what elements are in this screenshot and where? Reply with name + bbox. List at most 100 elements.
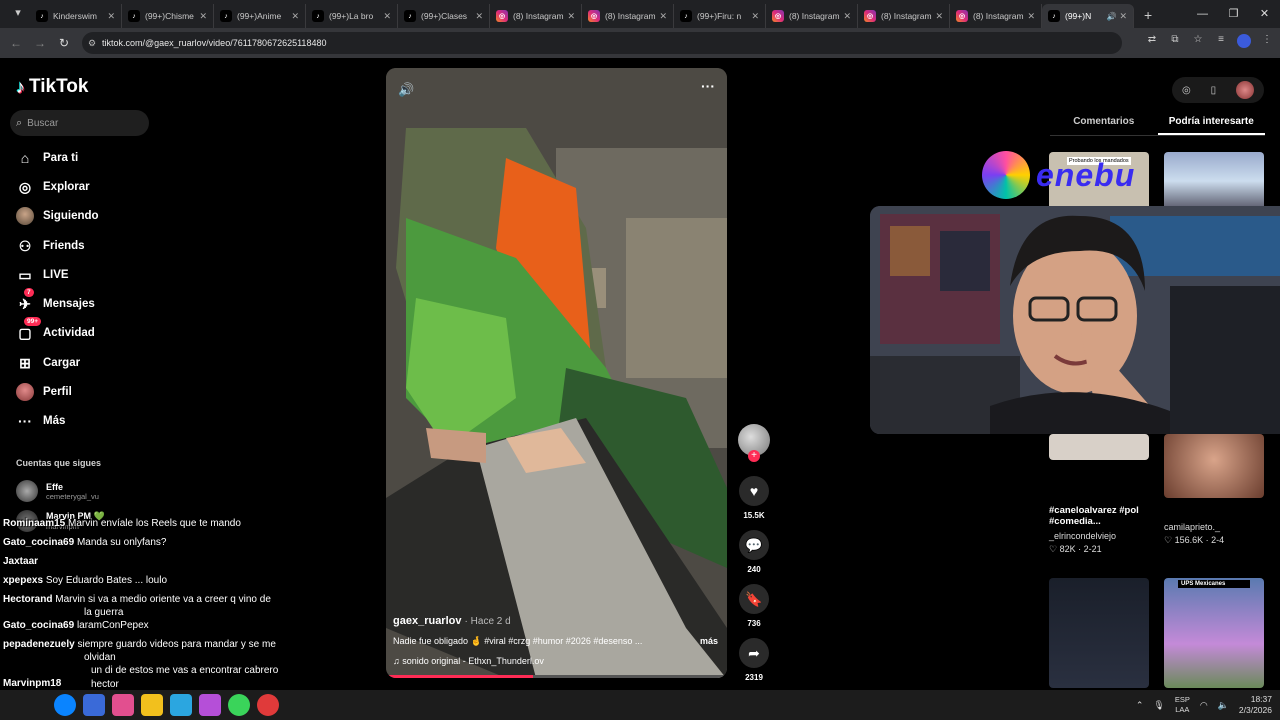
user-avatar[interactable] — [1236, 81, 1255, 99]
new-tab-button[interactable]: + — [1144, 7, 1152, 23]
item-hashtags[interactable]: #caneloalvarez #pol #comedia... — [1049, 505, 1159, 527]
volume-icon[interactable]: 🔊 — [398, 82, 414, 98]
tiktok-logo[interactable]: ♪ TikTok — [16, 76, 88, 98]
browser-tab[interactable]: ◎ (8) Instagram ✕ — [950, 4, 1042, 28]
forward-icon[interactable]: → — [28, 36, 52, 50]
sidebar-item-perfil[interactable]: Perfil — [16, 382, 72, 402]
tab-comments[interactable]: Comentarios — [1050, 110, 1158, 135]
tab-search-icon[interactable]: ▾ — [10, 6, 26, 22]
close-tab-icon[interactable]: ✕ — [751, 11, 759, 22]
following-account-effe[interactable]: Effe cemeterygal_vu — [16, 480, 99, 502]
compass-small-icon[interactable]: ◎ — [1182, 85, 1191, 96]
close-tab-icon[interactable]: ✕ — [1027, 11, 1035, 22]
browser-tab[interactable]: ◎ (8) Instagram ✕ — [858, 4, 950, 28]
recommended-thumbnail[interactable] — [1049, 578, 1149, 688]
chat-text: laramConPepex — [76, 620, 149, 631]
sidebar-item-actividad[interactable]: ▢ 99+ Actividad — [16, 317, 95, 343]
close-tab-icon[interactable]: ✕ — [383, 11, 391, 22]
search-input[interactable]: ⌕ Buscar — [10, 110, 149, 136]
more-options-icon[interactable]: ··· — [701, 78, 715, 94]
obs-icon[interactable] — [257, 694, 279, 716]
edge-browser-icon[interactable] — [54, 694, 76, 716]
recommended-thumbnail[interactable] — [1164, 152, 1264, 210]
sidebar-item-siguiendo[interactable]: Siguiendo — [16, 206, 99, 226]
tab-audio-icon[interactable]: 🔊 — [1106, 12, 1116, 21]
recommended-thumbnail[interactable]: UPS Mexicanes — [1164, 578, 1264, 688]
tray-chevron-icon[interactable]: ⌃ — [1136, 700, 1144, 711]
close-tab-icon[interactable]: ✕ — [107, 11, 115, 22]
sidebar-item-live[interactable]: ▭ LIVE — [16, 265, 68, 285]
browser-tab[interactable]: ♪ (99+)N 🔊 ✕ — [1042, 4, 1134, 28]
minimize-button[interactable]: — — [1187, 0, 1218, 28]
browser-tab[interactable]: ♪ (99+)Firu: n ✕ — [674, 4, 766, 28]
sidebar-item-mensajes[interactable]: ✈ 7 Mensajes — [16, 288, 95, 314]
language-indicator[interactable]: ESP LAA — [1175, 695, 1190, 715]
more-link[interactable]: más — [700, 636, 718, 647]
install-app-icon[interactable]: ⧉ — [1168, 34, 1182, 48]
browser-tab[interactable]: ♪ (99+)Chisme ✕ — [122, 4, 214, 28]
device-icon[interactable]: ▯ — [1211, 85, 1217, 96]
sidebar-item-más[interactable]: ··· Más — [16, 411, 65, 431]
author-name[interactable]: gaex_ruarlov — [393, 615, 461, 627]
close-tab-icon[interactable]: ✕ — [475, 11, 483, 22]
file-explorer-icon[interactable] — [141, 694, 163, 716]
taskbar-app-icon[interactable] — [112, 694, 134, 716]
speaker-icon[interactable]: 🔈 — [1218, 700, 1229, 711]
chrome-icon[interactable] — [228, 694, 250, 716]
address-bar[interactable]: ⚙ tiktok.com/@gaex_ruarlov/video/7611780… — [82, 32, 1122, 54]
video-description: Nadie fue obligado 🤞 #viral #crzg #humor… — [393, 636, 718, 647]
video-author[interactable]: gaex_ruarlov · Hace 2 d — [393, 615, 718, 627]
bookmark-star-icon[interactable]: ☆ — [1191, 34, 1205, 48]
browser-tab[interactable]: ♪ (99+)Anime ✕ — [214, 4, 306, 28]
browser-profile-icon[interactable] — [1237, 34, 1251, 48]
media-control-icon[interactable]: ≡ — [1214, 34, 1228, 48]
close-tab-icon[interactable]: ✕ — [1119, 11, 1127, 22]
sidebar-item-cargar[interactable]: ⊞ Cargar — [16, 353, 80, 373]
taskbar-app-icon[interactable] — [83, 694, 105, 716]
close-tab-icon[interactable]: ✕ — [199, 11, 207, 22]
like-button[interactable]: ♥ 15.5K — [736, 476, 772, 520]
close-tab-icon[interactable]: ✕ — [659, 11, 667, 22]
back-icon[interactable]: ← — [4, 36, 28, 50]
video-progress-bar[interactable] — [386, 675, 727, 678]
video-progress-fill — [386, 675, 533, 678]
mic-icon[interactable]: 🎙 — [1153, 700, 1164, 711]
save-button[interactable]: 🔖 736 — [736, 584, 772, 628]
close-tab-icon[interactable]: ✕ — [291, 11, 299, 22]
translate-icon[interactable]: ⇄ — [1145, 34, 1159, 48]
site-info-icon[interactable]: ⚙ — [88, 38, 102, 49]
maximize-button[interactable]: ❐ — [1218, 0, 1249, 28]
sidebar-item-explorar[interactable]: ◎ Explorar — [16, 177, 90, 197]
sound-link[interactable]: ♫ sonido original - Ethxn_Thunderl.ov — [393, 656, 718, 666]
browser-tab[interactable]: ◎ (8) Instagram ✕ — [582, 4, 674, 28]
sidebar-item-friends[interactable]: ⚇ Friends — [16, 236, 85, 256]
clock[interactable]: 18:37 2/3/2026 — [1239, 694, 1272, 716]
browser-tab[interactable]: ◎ (8) Instagram ✕ — [766, 4, 858, 28]
recommended-thumbnail[interactable] — [1049, 434, 1149, 460]
sidebar-item-para-ti[interactable]: ⌂ Para ti — [16, 148, 78, 168]
browser-menu-icon[interactable]: ⋮ — [1260, 34, 1274, 48]
share-button[interactable]: ➦ 2319 — [736, 638, 772, 682]
wifi-icon[interactable]: ◠ — [1200, 700, 1208, 711]
author-avatar[interactable]: + — [738, 424, 770, 462]
follow-plus-icon[interactable]: + — [748, 450, 760, 462]
tab-title: (8) Instagram — [881, 11, 932, 21]
close-tab-icon[interactable]: ✕ — [935, 11, 943, 22]
browser-tab[interactable]: ♪ Kinderswim ✕ — [30, 4, 122, 28]
recommended-thumbnail[interactable] — [1164, 434, 1264, 498]
browser-tab[interactable]: ♪ (99+)Clases ✕ — [398, 4, 490, 28]
close-window-button[interactable]: ✕ — [1249, 0, 1280, 28]
close-tab-icon[interactable]: ✕ — [843, 11, 851, 22]
comment-button[interactable]: 💬 240 — [736, 530, 772, 574]
close-tab-icon[interactable]: ✕ — [567, 11, 575, 22]
browser-tab[interactable]: ♪ (99+)La bro ✕ — [306, 4, 398, 28]
taskbar-app-icon[interactable] — [199, 694, 221, 716]
item-user[interactable]: _elrincondelviejo — [1049, 531, 1159, 541]
video-player[interactable]: 🔊 ··· gaex_ruarlov · Hace 2 d Nadie fue … — [386, 68, 727, 678]
tab-recommended[interactable]: Podría interesarte — [1157, 110, 1265, 135]
browser-tab[interactable]: ◎ (8) Instagram ✕ — [490, 4, 582, 28]
taskbar-app-icon[interactable] — [170, 694, 192, 716]
reload-icon[interactable]: ↻ — [52, 36, 76, 50]
item-user[interactable]: camilaprieto._ — [1164, 522, 1274, 532]
instagram-favicon-icon: ◎ — [588, 10, 600, 22]
